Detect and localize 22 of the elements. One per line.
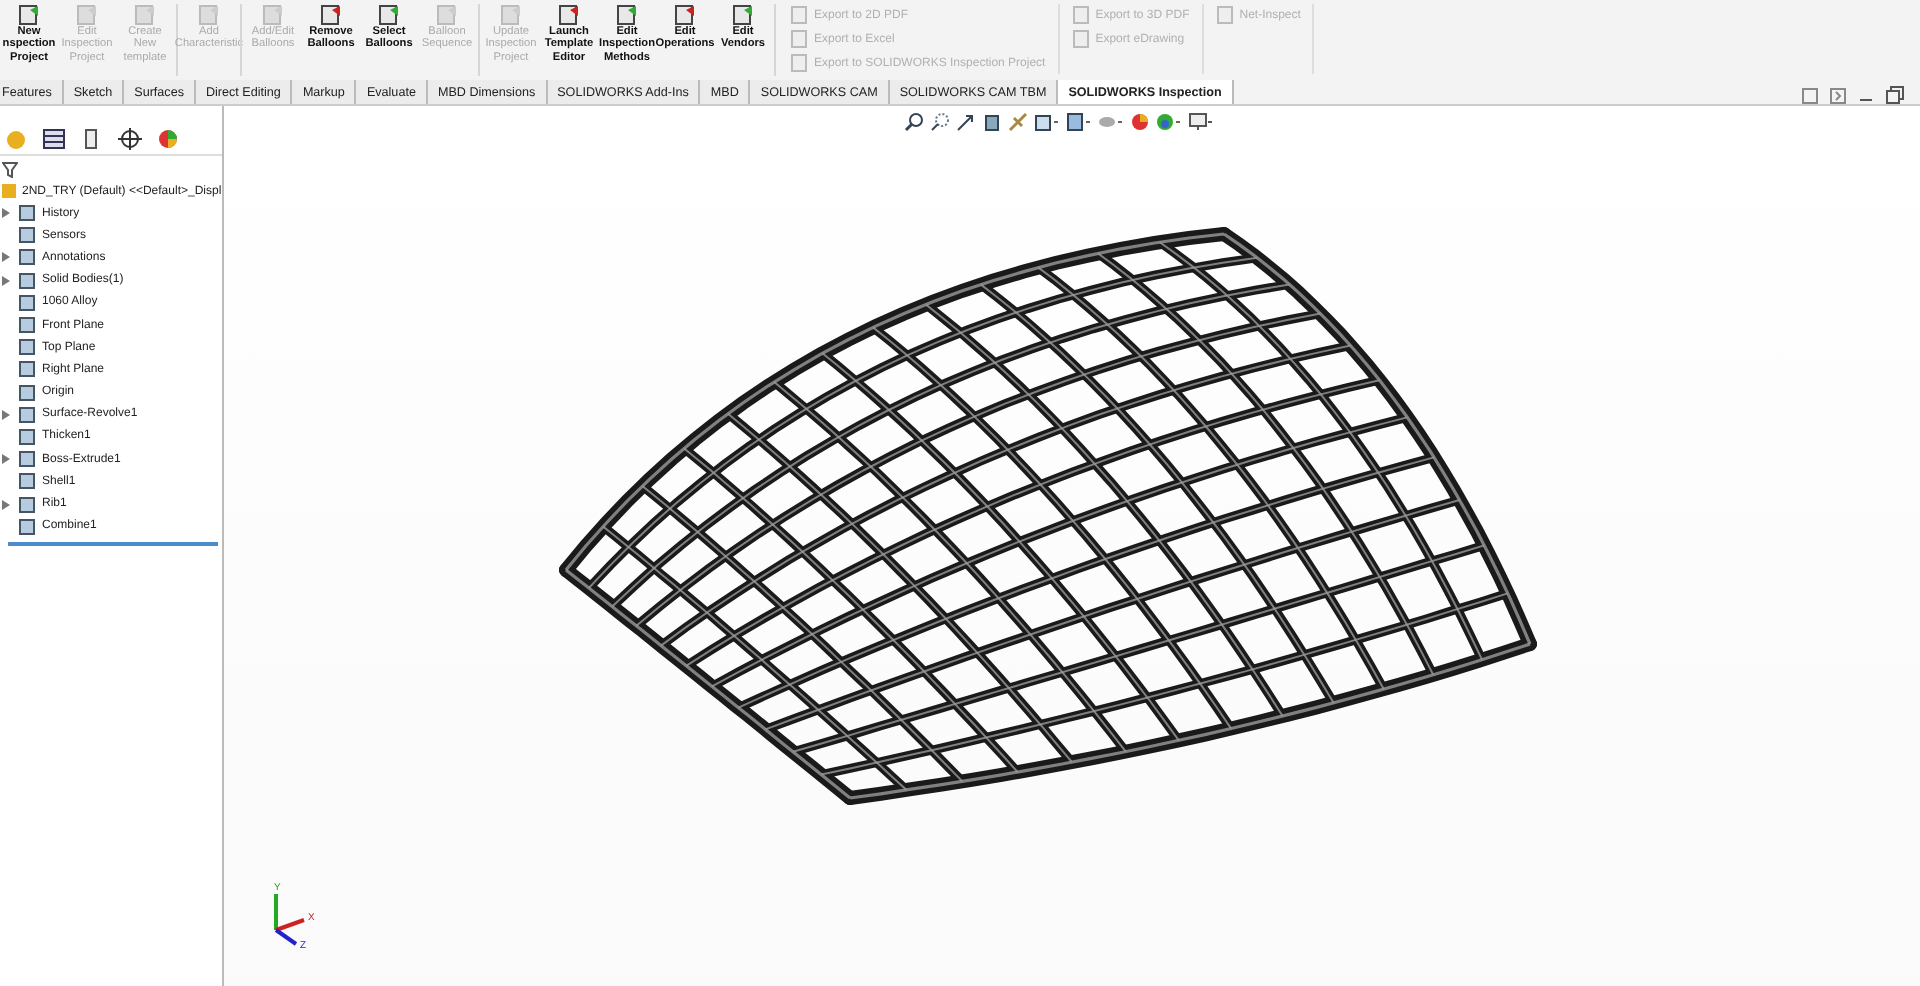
tool-icon [500,4,522,26]
expand-panel-icon[interactable] [1830,87,1846,103]
filter-icon[interactable] [2,162,18,178]
monitor-icon[interactable] [1188,112,1214,132]
restore-window-icon[interactable] [1886,86,1904,104]
tool-icon [134,4,156,26]
restore-panel-icon[interactable] [1802,87,1818,103]
expand-arrow-icon[interactable] [2,252,10,263]
tool-icon [262,4,284,26]
crosshair-icon[interactable] [118,128,142,150]
document-icon [1215,6,1234,24]
zoom-to-fit-icon[interactable] [904,112,924,132]
expand-arrow-icon[interactable] [2,275,10,286]
expand-arrow-icon[interactable] [2,208,10,219]
expand-arrow-icon[interactable] [2,499,10,510]
tool-icon [436,4,458,26]
tool-icon [76,4,98,26]
zoom-area-icon[interactable] [930,112,950,132]
tool-icon [198,4,220,26]
expand-arrow-icon[interactable] [2,454,10,465]
property-list-icon[interactable] [42,128,66,150]
expand-arrow-icon[interactable] [2,409,10,420]
